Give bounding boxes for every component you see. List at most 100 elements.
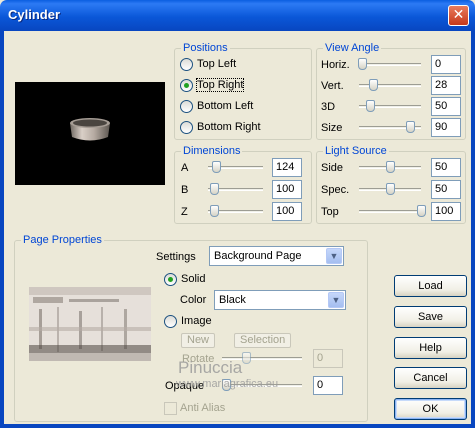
- dimensions-title: Dimensions: [181, 145, 243, 157]
- light-source-title: Light Source: [323, 145, 389, 157]
- position-bottom-right-radio[interactable]: Bottom Right: [180, 119, 261, 135]
- dimension-a-input[interactable]: 124: [272, 158, 302, 177]
- anti-alias-checkbox[interactable]: [164, 402, 177, 415]
- position-bottom-left-radio[interactable]: Bottom Left: [180, 98, 253, 114]
- 3d-input[interactable]: 50: [431, 97, 461, 116]
- view-angle-group: View Angle Horiz. 0 Vert. 28 3D 50 Size …: [316, 42, 466, 140]
- slider-thumb[interactable]: [358, 58, 367, 70]
- radio-indicator[interactable]: [164, 272, 177, 286]
- cylinder-preview: [15, 82, 165, 185]
- spec-slider[interactable]: [359, 182, 421, 196]
- light-source-group: Light Source Side 50 Spec. 50 Top 100: [316, 145, 466, 224]
- window-frame-bottom: [0, 424, 475, 428]
- page-properties-title: Page Properties: [21, 234, 104, 246]
- radio-indicator[interactable]: [180, 57, 193, 71]
- position-top-right-radio[interactable]: Top Right: [180, 77, 245, 93]
- slider-thumb[interactable]: [242, 352, 251, 364]
- load-button[interactable]: Load: [394, 275, 467, 297]
- position-bottom-right-label: Bottom Right: [197, 121, 261, 133]
- dimension-z-input[interactable]: 100: [272, 202, 302, 221]
- slider-thumb[interactable]: [210, 183, 219, 195]
- top-light-slider[interactable]: [359, 204, 426, 218]
- top-light-input[interactable]: 100: [431, 202, 461, 221]
- settings-label: Settings: [156, 251, 196, 263]
- positions-title: Positions: [181, 42, 230, 54]
- slider-thumb[interactable]: [386, 161, 395, 173]
- color-label: Color: [180, 294, 207, 306]
- slider-thumb[interactable]: [369, 79, 378, 91]
- vert-input[interactable]: 28: [431, 76, 461, 95]
- slider-thumb[interactable]: [210, 205, 219, 217]
- position-bottom-left-label: Bottom Left: [197, 100, 254, 112]
- side-input[interactable]: 50: [431, 158, 461, 177]
- window-frame-left: [0, 31, 4, 428]
- vert-label: Vert.: [321, 80, 344, 92]
- dimension-b-label: B: [181, 184, 189, 196]
- settings-select[interactable]: Background Page ▼: [209, 246, 344, 266]
- radio-indicator[interactable]: [180, 78, 193, 92]
- image-label: Image: [181, 315, 212, 327]
- horiz-input[interactable]: 0: [431, 55, 461, 74]
- slider-thumb[interactable]: [212, 161, 221, 173]
- selection-button[interactable]: Selection: [234, 333, 292, 348]
- vert-slider[interactable]: [359, 78, 421, 92]
- new-button[interactable]: New: [181, 333, 216, 348]
- chevron-down-icon[interactable]: ▼: [328, 292, 344, 308]
- dimension-z-slider[interactable]: [208, 204, 263, 218]
- chevron-down-icon[interactable]: ▼: [326, 248, 342, 264]
- close-button[interactable]: ✕: [448, 5, 469, 26]
- 3d-label: 3D: [321, 101, 336, 113]
- watermark-name: Pinuccia: [178, 358, 243, 377]
- radio-indicator[interactable]: [164, 314, 177, 328]
- save-button[interactable]: Save: [394, 306, 467, 328]
- dimension-b-input[interactable]: 100: [272, 180, 302, 199]
- position-top-left-radio[interactable]: Top Left: [180, 56, 236, 72]
- dimension-z-label: Z: [181, 206, 188, 218]
- size-slider[interactable]: [359, 120, 421, 134]
- color-select[interactable]: Black ▼: [214, 290, 346, 310]
- size-input[interactable]: 90: [431, 118, 461, 137]
- dimension-a-label: A: [181, 162, 189, 174]
- slider-thumb[interactable]: [366, 100, 375, 112]
- dimension-b-slider[interactable]: [208, 182, 263, 196]
- title-bar[interactable]: Cylinder ✕: [0, 0, 475, 31]
- window-title: Cylinder: [8, 7, 61, 22]
- page-texture-image: [29, 287, 151, 361]
- top-light-label: Top: [321, 206, 339, 218]
- side-slider[interactable]: [359, 160, 421, 174]
- radio-indicator[interactable]: [180, 99, 193, 113]
- cancel-button[interactable]: Cancel: [394, 367, 467, 389]
- horiz-label: Horiz.: [321, 59, 350, 71]
- settings-select-value: Background Page: [214, 250, 302, 262]
- size-label: Size: [321, 122, 343, 134]
- radio-indicator[interactable]: [180, 120, 193, 134]
- ok-button[interactable]: OK: [394, 398, 467, 420]
- slider-thumb[interactable]: [417, 205, 426, 217]
- watermark-url: www.mariagrafica.eu: [176, 378, 279, 390]
- rotate-input[interactable]: 0: [313, 349, 343, 368]
- close-icon: ✕: [452, 7, 465, 23]
- positions-group: Positions Top Left Top Right Bottom Left…: [174, 42, 312, 140]
- dimensions-group: Dimensions A 124 B 100 Z 100: [174, 145, 312, 224]
- window-frame-right: [471, 31, 475, 428]
- page-texture-preview: [29, 287, 151, 361]
- cylinder-preview-image: [70, 118, 110, 141]
- slider-thumb[interactable]: [406, 121, 415, 133]
- anti-alias-label: Anti Alias: [180, 402, 226, 414]
- spec-label: Spec.: [321, 184, 350, 196]
- color-select-value: Black: [219, 294, 246, 306]
- spec-input[interactable]: 50: [431, 180, 461, 199]
- view-angle-title: View Angle: [323, 42, 382, 54]
- image-radio[interactable]: Image: [164, 313, 212, 329]
- help-button[interactable]: Help: [394, 337, 467, 359]
- horiz-slider[interactable]: [358, 57, 421, 71]
- dimension-a-slider[interactable]: [208, 160, 263, 174]
- position-top-right-label: Top Right: [195, 78, 245, 92]
- slider-thumb[interactable]: [386, 183, 395, 195]
- solid-radio[interactable]: Solid: [164, 271, 205, 287]
- solid-label: Solid: [181, 273, 206, 285]
- position-top-left-label: Top Left: [197, 58, 237, 70]
- side-label: Side: [321, 162, 344, 174]
- 3d-slider[interactable]: [359, 99, 421, 113]
- opaque-input[interactable]: 0: [313, 376, 343, 395]
